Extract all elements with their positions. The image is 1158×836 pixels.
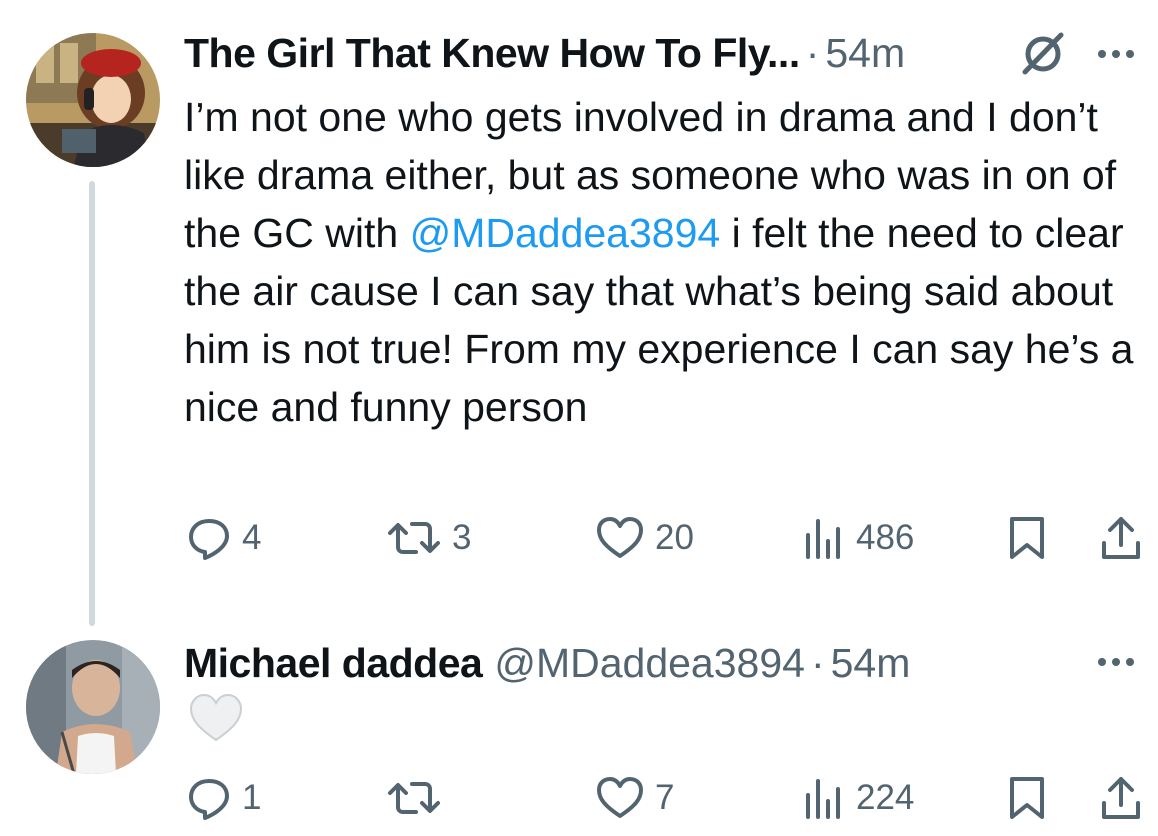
mention-link[interactable]: @MDaddea3894 — [410, 210, 721, 256]
avatar-michael[interactable] — [26, 640, 160, 774]
views-icon — [806, 519, 840, 559]
retweet-icon — [388, 522, 440, 554]
reply-icon — [189, 779, 229, 820]
like-count: 20 — [655, 518, 694, 557]
like-button[interactable]: 20 — [595, 513, 694, 563]
avatar-girl[interactable] — [26, 33, 160, 167]
share-button[interactable] — [1098, 513, 1144, 563]
share-icon — [1102, 777, 1140, 819]
tweet-2[interactable]: Michael daddea @MDaddea3894 · 54m 1 7 22… — [0, 620, 1158, 836]
separator-dot: · — [810, 640, 825, 686]
views-icon — [806, 779, 840, 819]
views-button[interactable]: 224 — [800, 773, 914, 823]
bookmark-icon — [1010, 777, 1044, 819]
share-button[interactable] — [1098, 773, 1144, 823]
white-heart-emoji — [189, 693, 243, 742]
like-icon — [597, 777, 643, 818]
display-name[interactable]: Michael daddea — [184, 640, 483, 687]
reply-count: 1 — [242, 778, 262, 817]
timestamp[interactable]: 54m — [825, 30, 905, 77]
avatar-michael-image — [26, 640, 160, 774]
more-icon[interactable] — [1098, 653, 1144, 667]
tweet-header: The Girl That Knew How To Fly... · 54m — [184, 30, 905, 77]
like-button[interactable]: 7 — [595, 773, 674, 823]
view-count: 224 — [856, 778, 915, 817]
verified-badge-icon — [1022, 32, 1064, 75]
bookmark-button[interactable] — [1004, 513, 1050, 563]
retweet-button[interactable]: 3 — [386, 513, 471, 563]
reply-button[interactable]: 4 — [186, 513, 261, 563]
action-bar: 1 7 224 — [0, 773, 1158, 823]
bookmark-icon — [1010, 517, 1044, 559]
retweet-icon — [388, 782, 440, 814]
like-icon — [597, 517, 643, 558]
retweet-button[interactable] — [386, 773, 452, 823]
avatar-girl-image — [26, 33, 160, 167]
share-icon — [1102, 517, 1140, 559]
timestamp[interactable]: 54m — [831, 640, 911, 687]
views-button[interactable]: 486 — [800, 513, 914, 563]
action-bar: 4 3 20 486 — [0, 513, 1158, 563]
bookmark-button[interactable] — [1004, 773, 1050, 823]
more-icon[interactable] — [1098, 45, 1144, 59]
reply-count: 4 — [242, 518, 262, 557]
view-count: 486 — [856, 518, 915, 557]
display-name[interactable]: The Girl That Knew How To Fly... — [184, 30, 800, 77]
retweet-count: 3 — [452, 518, 472, 557]
like-count: 7 — [655, 778, 675, 817]
tweet-1[interactable]: The Girl That Knew How To Fly... · 54m I… — [0, 0, 1158, 626]
separator-dot: · — [805, 30, 820, 76]
tweet-header: Michael daddea @MDaddea3894 · 54m — [184, 640, 910, 687]
username-handle[interactable]: @MDaddea3894 — [494, 640, 805, 687]
tweet-text: I’m not one who gets involved in drama a… — [184, 88, 1134, 436]
reply-button[interactable]: 1 — [186, 773, 261, 823]
reply-icon — [189, 519, 229, 560]
